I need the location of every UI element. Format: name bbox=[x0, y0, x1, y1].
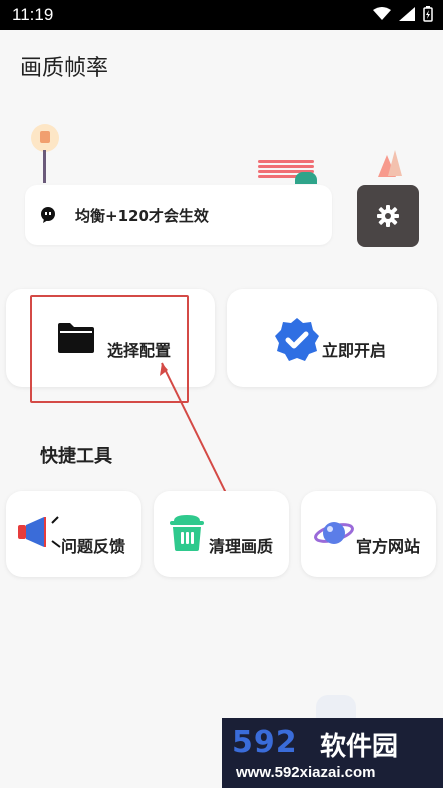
official-site-button[interactable]: 官方网站 bbox=[301, 491, 436, 577]
clean-quality-label: 清理画质 bbox=[209, 537, 274, 556]
annotation-arrow bbox=[160, 362, 260, 561]
watermark-brand: 软件园 bbox=[320, 732, 399, 762]
watermark-number: 592 bbox=[232, 725, 298, 760]
planet-icon bbox=[314, 522, 354, 544]
watermark-url: www.592xiazai.com bbox=[236, 764, 376, 781]
watermark: 592 软件园 www.592xiazai.com bbox=[222, 718, 443, 788]
official-site-label: 官方网站 bbox=[356, 537, 421, 556]
trash-icon bbox=[170, 515, 204, 551]
feedback-label: 问题反馈 bbox=[61, 537, 126, 556]
clean-quality-button[interactable]: 清理画质 bbox=[154, 491, 289, 577]
feedback-button[interactable]: 问题反馈 bbox=[6, 491, 141, 577]
megaphone-icon bbox=[18, 516, 61, 548]
quick-tools-title: 快捷工具 bbox=[40, 446, 112, 467]
